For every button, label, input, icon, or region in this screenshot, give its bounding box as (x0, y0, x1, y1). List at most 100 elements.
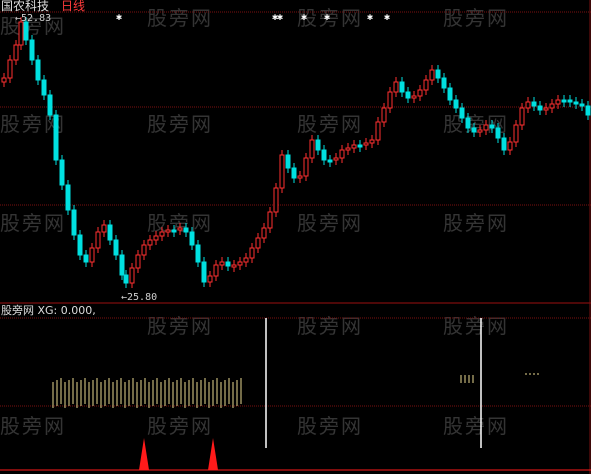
candle-body (447, 87, 453, 101)
candle-body (13, 44, 19, 61)
candle-body (71, 209, 77, 236)
candle-body (429, 69, 435, 81)
candle-body (507, 141, 513, 151)
candle-body (18, 21, 24, 46)
candle-body (237, 261, 243, 266)
candle-body (477, 129, 483, 133)
candle-body (435, 69, 441, 79)
signal-star-icon: ✱ (116, 12, 123, 23)
candle-body (441, 77, 447, 89)
candle-body (411, 95, 417, 99)
candle-body (417, 89, 423, 97)
candle-body (219, 261, 225, 266)
candle-body (543, 107, 549, 111)
indicator-histogram (52, 373, 539, 408)
candle-body (471, 127, 477, 133)
candle-body (273, 187, 279, 213)
candle-body (345, 147, 351, 151)
candle-body (123, 274, 129, 284)
candle-body (95, 231, 101, 249)
candle-body (41, 79, 47, 96)
candle-body (315, 139, 321, 151)
signal-spike (139, 438, 149, 470)
candle-body (249, 247, 255, 259)
candle-body (453, 99, 459, 109)
candle-body (555, 99, 561, 105)
candle-body (363, 142, 369, 146)
candle-body (537, 105, 543, 111)
candle-body (267, 211, 273, 229)
candle-body (309, 139, 315, 159)
candle-body (77, 234, 83, 256)
signal-spike (208, 438, 218, 470)
candle-body (483, 124, 489, 131)
candle-body (321, 149, 327, 161)
candle-body (495, 127, 501, 139)
candle-body (357, 144, 363, 148)
candle-body (525, 101, 531, 109)
candle-body (159, 231, 165, 237)
candle-body (531, 101, 537, 107)
candle-body (59, 159, 65, 186)
period-label[interactable]: 日线 (61, 0, 85, 13)
candle-body (213, 264, 219, 277)
candle-body (101, 224, 107, 233)
signal-star-icon: ✱ (324, 12, 331, 23)
candle-body (177, 227, 183, 231)
candle-body (7, 59, 13, 79)
candle-body (369, 139, 375, 144)
candle-body (243, 257, 249, 263)
candle-body (1, 77, 7, 83)
signal-star-icon: ✱ (277, 12, 284, 23)
candlestick-series[interactable] (1, 17, 591, 288)
candle-body (387, 91, 393, 109)
candle-body (351, 144, 357, 149)
candle-body (29, 39, 35, 61)
signal-star-icon: ✱ (384, 12, 391, 23)
candle-body (195, 244, 201, 263)
buy-signal-markers (0, 438, 591, 471)
low-price-marker: ←25.80 (121, 292, 158, 303)
candle-body (291, 167, 297, 179)
candle-body (35, 59, 41, 81)
chart-canvas[interactable] (0, 0, 591, 474)
candle-body (189, 231, 195, 246)
indicator-title: 股旁网 XG: 0.000, (1, 304, 96, 317)
high-price-marker: ←52.83 (15, 13, 52, 24)
candle-body (231, 264, 237, 268)
candle-body (381, 107, 387, 123)
candle-body (171, 229, 177, 233)
signal-star-icon: ✱ (301, 12, 308, 23)
candle-body (519, 107, 525, 126)
candle-body (285, 154, 291, 169)
candle-body (279, 154, 285, 189)
candle-body (65, 184, 71, 211)
candle-body (89, 247, 95, 263)
candle-body (303, 157, 309, 177)
candle-body (165, 229, 171, 233)
candle-body (135, 254, 141, 269)
candle-body (399, 81, 405, 93)
candle-body (573, 101, 579, 105)
candle-body (119, 254, 125, 276)
candle-body (339, 149, 345, 159)
indicator-lines (265, 318, 482, 448)
candle-body (129, 267, 135, 284)
candle-body (255, 237, 261, 249)
candle-body (489, 124, 495, 129)
candle-body (297, 175, 303, 179)
candle-body (465, 117, 471, 129)
candle-body (549, 103, 555, 109)
candle-body (501, 137, 507, 151)
signal-star-icon: ✱ (367, 12, 374, 23)
candle-body (561, 99, 567, 103)
candle-body (107, 224, 113, 241)
candle-body (567, 99, 573, 103)
candle-body (153, 235, 159, 241)
chart-window[interactable]: 股旁网 股旁网 股旁网 股旁网 股旁网 股旁网 股旁网 股旁网 股旁网 股旁网 … (0, 0, 591, 474)
candle-body (375, 121, 381, 141)
candle-body (113, 239, 119, 256)
candle-body (53, 114, 59, 161)
candle-body (513, 124, 519, 143)
candle-body (47, 94, 53, 116)
